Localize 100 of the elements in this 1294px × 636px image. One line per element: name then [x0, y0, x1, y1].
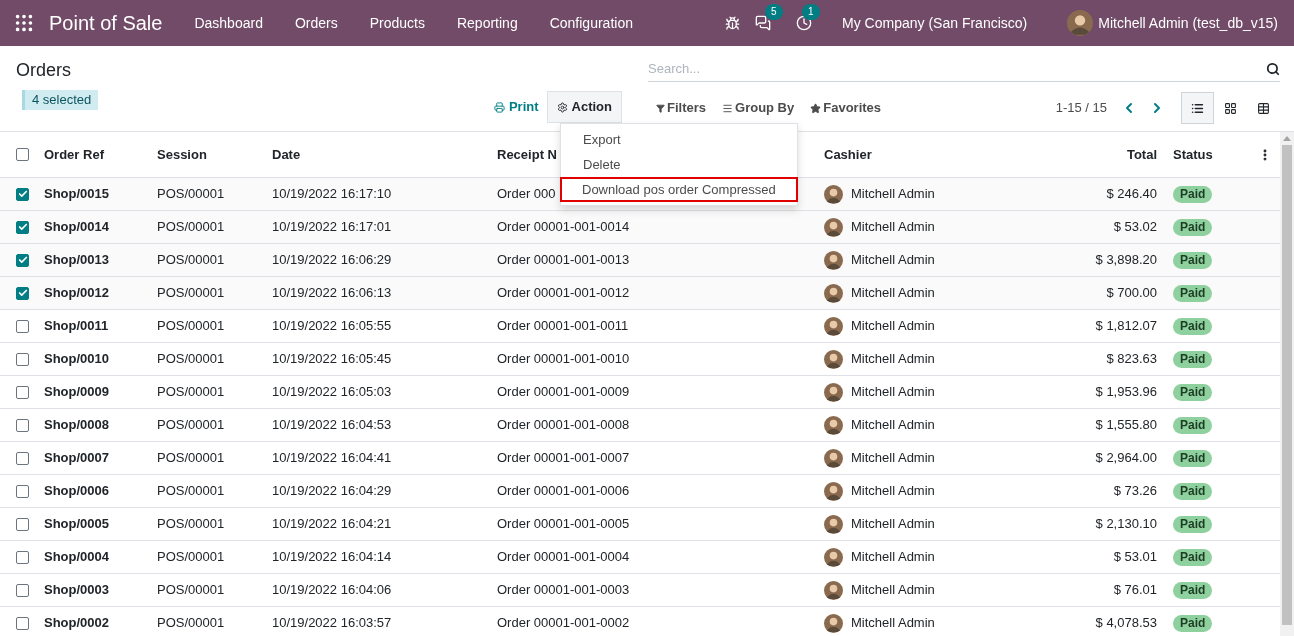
row-checkbox[interactable] [16, 418, 29, 432]
row-checkbox[interactable] [16, 286, 29, 300]
table-cell-text: $ 1,812.07 [1094, 317, 1158, 336]
table-cell-text: Order 00001-001-0012 [497, 284, 630, 303]
favorites-button[interactable]: Favorites [802, 98, 890, 118]
table-cell-text: $ 53.02 [1112, 218, 1158, 237]
column-header[interactable]: Cashier [824, 144, 872, 165]
status-badge: Paid [1173, 581, 1213, 599]
cashier-avatar [824, 382, 843, 402]
table-cell-text: Order 00001-001-0008 [497, 416, 630, 435]
list-view-button[interactable] [1181, 92, 1214, 124]
pager-value[interactable]: 1-15 / 15 [1055, 98, 1107, 118]
table-cell-text: 10/19/2022 16:03:57 [271, 614, 393, 633]
table-cell-text: $ 2,130.10 [1094, 515, 1158, 534]
status-badge: Paid [1173, 317, 1213, 335]
table-cell-text: 10/19/2022 16:06:29 [271, 251, 393, 270]
table-cell-text: Order 00001-001-0004 [497, 548, 630, 567]
row-checkbox[interactable] [16, 187, 29, 201]
group-by-button[interactable]: Group By [714, 98, 803, 118]
row-checkbox[interactable] [16, 484, 29, 498]
count-badge: 1 [802, 4, 820, 20]
column-header[interactable]: Receipt N [497, 144, 557, 165]
filters-button[interactable]: Filters [648, 98, 714, 118]
dropdown-item[interactable]: Delete [561, 152, 797, 177]
table-cell-text: $ 73.26 [1112, 482, 1158, 501]
table-cell-text: POS/00001 [156, 548, 226, 567]
table-cell-text: Mitchell Admin [851, 317, 935, 336]
company-switcher[interactable]: My Company (San Francisco) [842, 12, 1028, 34]
row-checkbox[interactable] [16, 451, 29, 465]
column-header[interactable]: Date [272, 144, 301, 165]
bug-icon[interactable] [725, 15, 741, 31]
gear-icon [556, 101, 568, 113]
table-cell-text: $ 4,078.53 [1094, 614, 1158, 633]
cashier-avatar [824, 580, 843, 600]
row-checkbox[interactable] [16, 550, 29, 564]
user-menu[interactable]: Mitchell Admin (test_db_v15) [1098, 12, 1278, 34]
row-checkbox[interactable] [16, 616, 29, 630]
table-cell-text: 10/19/2022 16:17:01 [271, 218, 393, 237]
list-icon [1191, 101, 1204, 115]
table-cell-text: Shop/0015 [43, 185, 111, 204]
row-checkbox[interactable] [16, 352, 29, 366]
table-cell-text: Order 00001-001-0006 [497, 482, 630, 501]
search-field[interactable]: Search... [648, 56, 1280, 82]
column-header[interactable]: Session [157, 144, 207, 165]
scrollbar[interactable] [1280, 132, 1294, 636]
table-cell-text: POS/00001 [156, 614, 226, 633]
row-checkbox[interactable] [16, 517, 29, 531]
table-cell-text: Shop/0012 [43, 284, 111, 303]
menu-item[interactable]: Configuration [533, 12, 649, 34]
apps-menu-icon[interactable] [13, 12, 35, 34]
row-checkbox[interactable] [16, 385, 29, 399]
table-cell-text: Mitchell Admin [851, 218, 935, 237]
lines-icon [722, 102, 733, 114]
table-cell-text: Shop/0010 [43, 350, 111, 369]
search-input[interactable]: Search... [648, 58, 1266, 79]
count-badge: 5 [765, 4, 783, 20]
status-badge: Paid [1173, 449, 1213, 467]
table-cell-text: POS/00001 [156, 185, 226, 204]
table-cell-text: POS/00001 [156, 416, 226, 435]
table-cell-text: POS/00001 [156, 515, 226, 534]
cashier-avatar [824, 316, 843, 336]
print-button[interactable]: Print [485, 91, 547, 123]
table-cell-text: $ 823.63 [1105, 350, 1158, 369]
table-cell-text: 10/19/2022 16:05:45 [271, 350, 393, 369]
table-cell-text: 10/19/2022 16:04:53 [271, 416, 393, 435]
menu-item[interactable]: Reporting [440, 12, 534, 34]
table-cell-text: Mitchell Admin [851, 284, 935, 303]
cashier-avatar [824, 547, 843, 567]
table-cell-text: Shop/0014 [43, 218, 111, 237]
column-header[interactable]: Status [1173, 144, 1213, 165]
table-cell-text: $ 246.40 [1105, 185, 1158, 204]
row-checkbox[interactable] [16, 253, 29, 267]
row-checkbox[interactable] [16, 220, 29, 234]
table-cell-text: Shop/0013 [43, 251, 111, 270]
search-icon[interactable] [1266, 61, 1280, 76]
page-title: Orders [16, 59, 72, 82]
menu-item[interactable]: Dashboard [178, 12, 279, 34]
menu-item[interactable]: Orders [278, 12, 354, 34]
table-cell-text: Order 00001-001-0009 [497, 383, 630, 402]
row-checkbox[interactable] [16, 148, 29, 161]
column-header[interactable]: Total [1126, 144, 1157, 165]
row-checkbox[interactable] [16, 319, 29, 333]
table-cell-text: Mitchell Admin [851, 251, 935, 270]
user-avatar [1067, 10, 1094, 36]
menu-item[interactable]: Products [353, 12, 441, 34]
chat-icon[interactable] [755, 15, 772, 31]
clock-icon[interactable] [796, 15, 813, 31]
dropdown-item[interactable]: Download pos order Compressed [560, 177, 798, 202]
cashier-avatar [824, 349, 843, 369]
row-checkbox[interactable] [16, 583, 29, 597]
table-cell-text: 10/19/2022 16:04:21 [271, 515, 393, 534]
table-cell-text: Shop/0005 [43, 515, 111, 534]
action-button[interactable]: Action [546, 91, 622, 123]
printer-icon [493, 101, 505, 113]
table-cell-text: Shop/0006 [43, 482, 111, 501]
cashier-avatar [824, 481, 843, 501]
table-cell-text: Order 00001-001-0002 [497, 614, 630, 633]
column-header[interactable]: Order Ref [44, 144, 104, 165]
table-cell-text: $ 1,555.80 [1094, 416, 1158, 435]
dropdown-item[interactable]: Export [561, 127, 797, 152]
